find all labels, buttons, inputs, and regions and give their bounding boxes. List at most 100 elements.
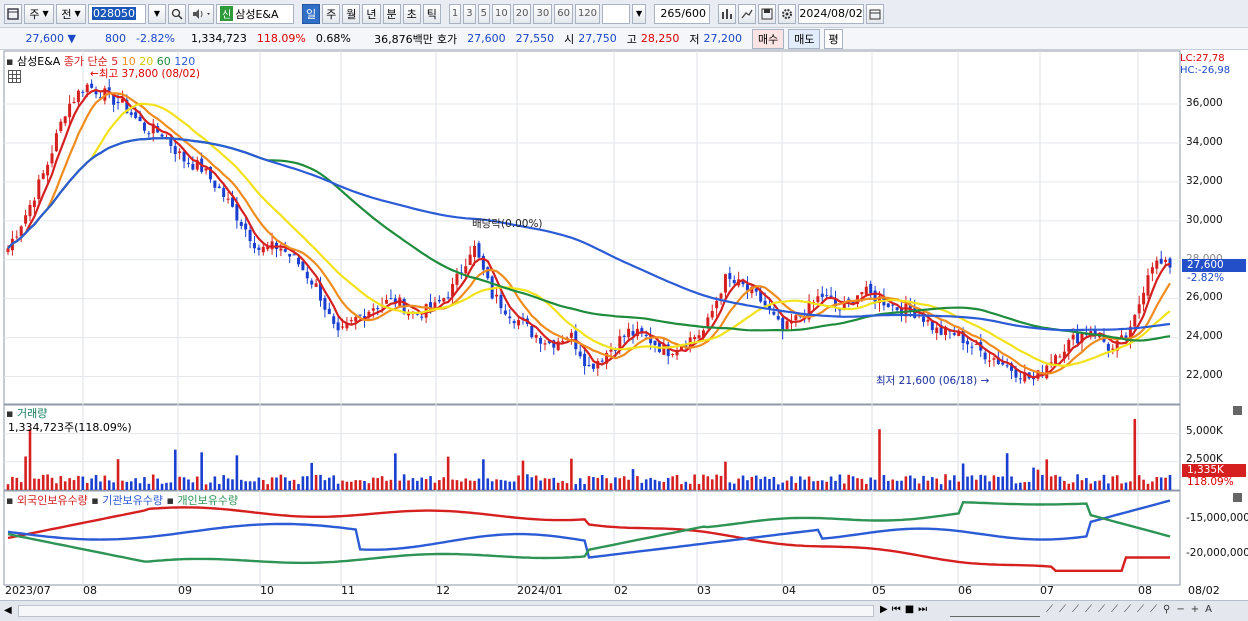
volume-bar	[763, 476, 767, 490]
candle-body	[512, 321, 516, 324]
volume-bar	[358, 480, 362, 490]
volume-bar	[204, 484, 208, 490]
search-icon	[171, 8, 183, 20]
draw-tool-icon[interactable]: ⟋	[1098, 604, 1105, 615]
scroll-left-icon[interactable]: ◀	[4, 605, 12, 616]
volume-bar	[46, 474, 49, 490]
volume-bar	[922, 475, 925, 490]
chart-settings-button[interactable]	[4, 3, 22, 24]
close-pane-icon[interactable]	[1233, 493, 1242, 502]
minute-20-button[interactable]: 20	[512, 3, 532, 24]
draw-tool-icon[interactable]: ⟋	[1046, 604, 1053, 615]
minute-1-button[interactable]: 1	[448, 3, 462, 24]
volume-bar	[794, 482, 798, 490]
draw-tool-icon[interactable]: ⟋	[1085, 604, 1092, 615]
stock-code-input[interactable]: 028050	[88, 3, 146, 24]
tab-daily[interactable]: 일	[302, 3, 321, 24]
minute-120-button[interactable]: 120	[574, 3, 601, 24]
zoom-in-icon[interactable]: +	[1191, 604, 1199, 615]
candle-body	[15, 236, 19, 238]
volume-readout: 1,334,723주(118.09%)	[8, 421, 132, 434]
minute-3-button[interactable]: 3	[463, 3, 476, 24]
scroll-right-icon[interactable]: ▶	[880, 604, 888, 615]
calendar-button[interactable]	[866, 3, 885, 24]
tab-weekly[interactable]: 주	[322, 3, 341, 24]
search-button[interactable]	[168, 3, 186, 24]
tab-yearly[interactable]: 년	[362, 3, 381, 24]
draw-tool-icon[interactable]: ⟋	[1124, 604, 1131, 615]
volume-bar	[825, 481, 828, 490]
close-pane-icon[interactable]	[1233, 406, 1242, 415]
volume-bar	[50, 477, 54, 490]
minute-60-button[interactable]: 60	[554, 3, 573, 24]
candle-body	[385, 299, 389, 304]
tab-minute[interactable]: 분	[382, 3, 401, 24]
zoom-slider[interactable]	[950, 605, 1040, 617]
data-count-field[interactable]: 265/600	[654, 3, 711, 24]
volume-bar	[939, 484, 943, 490]
period-type-select[interactable]: 주 ▼	[24, 3, 54, 24]
settings-button[interactable]	[778, 3, 797, 24]
zoom-icon[interactable]: ⚲	[1163, 604, 1170, 615]
stock-chart[interactable]	[0, 50, 1248, 600]
minute-30-button[interactable]: 30	[533, 3, 553, 24]
draw-tool-icon[interactable]: ⟋	[1111, 604, 1118, 615]
candle-body	[310, 280, 314, 285]
rewind-icon[interactable]: ⏮	[892, 604, 901, 615]
volume-bar	[1054, 475, 1057, 490]
tab-label: 초	[406, 7, 417, 21]
sell-button[interactable]: 매도	[788, 28, 821, 49]
volume-bar	[1098, 480, 1101, 490]
volume-bar	[534, 475, 538, 490]
volume-bar	[631, 469, 635, 490]
volume-bar	[314, 474, 318, 490]
buy-button[interactable]: 매수	[751, 28, 785, 49]
candle-body	[222, 188, 226, 197]
candle-body	[1106, 344, 1110, 351]
volume-bar	[614, 477, 617, 490]
chart-scrollbar[interactable]: ◀ ▶ ⏮ ■ ⏭ ⟋ ⟋ ⟋ ⟋ ⟋ ⟋ ⟋ ⟋ ⟋ ⚲ − + A	[0, 600, 1248, 621]
draw-tool-icon[interactable]: ⟋	[1072, 604, 1079, 615]
custom-period-dropdown[interactable]: ▼	[632, 3, 647, 24]
tab-tick[interactable]: 틱	[422, 3, 441, 24]
draw-tool-icon[interactable]: ⟋	[1150, 604, 1157, 615]
sound-button[interactable]	[188, 3, 214, 24]
volume-bar	[759, 479, 762, 490]
tab-second[interactable]: 초	[402, 3, 421, 24]
scroll-track[interactable]	[18, 605, 874, 617]
tool-button-1[interactable]	[718, 3, 737, 24]
volume-bar	[693, 474, 696, 490]
table-icon[interactable]	[8, 70, 21, 86]
zoom-out-icon[interactable]: −	[1176, 604, 1184, 615]
minute-5-button[interactable]: 5	[477, 3, 490, 24]
x-tick: 2024/01	[517, 584, 563, 597]
draw-tool-icon[interactable]: ⟋	[1059, 604, 1066, 615]
code-dropdown-button[interactable]: ▼	[148, 3, 166, 24]
market-select[interactable]: 전 ▼	[56, 3, 86, 24]
low-label: 저	[689, 32, 700, 46]
draw-tool-icon[interactable]: ⟋	[1137, 604, 1144, 615]
candle-body	[723, 274, 727, 293]
tab-monthly[interactable]: 월	[342, 3, 361, 24]
candle-body	[970, 346, 974, 348]
volume-bar	[574, 484, 578, 490]
volume-bar	[112, 482, 115, 490]
custom-period-input[interactable]	[602, 3, 631, 24]
candle-body	[569, 332, 573, 338]
candle-body	[1058, 356, 1062, 358]
stop-icon[interactable]: ■	[905, 604, 914, 615]
pane-menu-icon[interactable]: ▪	[6, 55, 13, 68]
x-tick-last-date: 08/02	[1188, 584, 1220, 597]
evaluate-button[interactable]: 평	[824, 28, 843, 49]
font-size-icon[interactable]: A	[1205, 604, 1212, 615]
date-input[interactable]: 2024/08/02	[798, 3, 865, 24]
volume-bar	[495, 479, 498, 490]
tool-button-2[interactable]	[738, 3, 757, 24]
save-button[interactable]	[758, 3, 777, 24]
stock-name-field[interactable]: 신 삼성E&A	[216, 3, 294, 24]
x-tick: 07	[1040, 584, 1054, 597]
minute-10-button[interactable]: 10	[492, 3, 511, 24]
forward-icon[interactable]: ⏭	[918, 604, 927, 615]
candle-body	[776, 315, 780, 320]
volume-bar	[28, 429, 32, 490]
